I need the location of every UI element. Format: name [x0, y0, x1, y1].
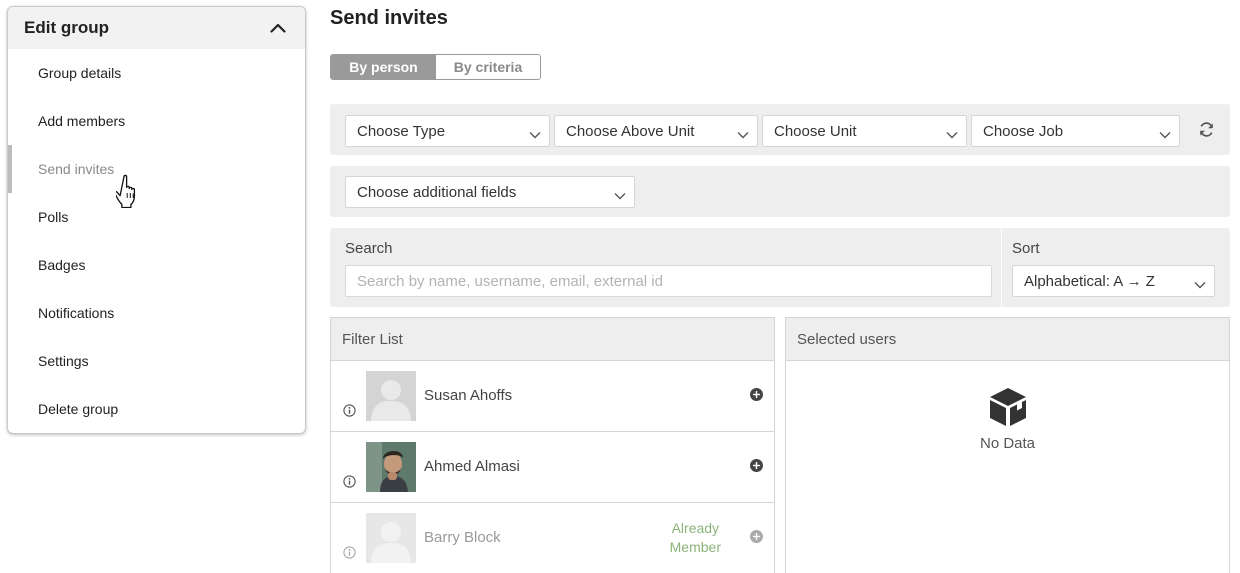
refresh-icon[interactable] — [1198, 121, 1215, 143]
edit-group-panel: Edit group Group details Add members Sen… — [7, 6, 306, 434]
already-member-line2: Member — [669, 539, 721, 555]
user-name: Susan Ahoffs — [424, 387, 513, 404]
hand-cursor-icon — [114, 174, 142, 213]
chevron-up-icon[interactable] — [269, 19, 287, 37]
info-icon[interactable] — [343, 404, 356, 422]
already-member-line1: Already — [671, 520, 720, 536]
add-circle-icon — [750, 530, 763, 548]
chevron-down-icon — [737, 126, 749, 143]
sort-select-value: Alphabetical: A → Z — [1024, 272, 1155, 290]
sidebar-item-notifications[interactable]: Notifications — [8, 289, 305, 337]
sort-label: Sort — [1012, 240, 1040, 257]
already-member-badge: Already Member — [670, 519, 721, 557]
filter-list: Filter List Susan Ahoffs Ahmed Almasi Ba… — [330, 317, 775, 573]
info-icon[interactable] — [343, 475, 356, 493]
filter-list-header: Filter List — [331, 318, 774, 361]
job-select[interactable]: Choose Job — [971, 115, 1180, 147]
unit-select-value: Choose Unit — [774, 122, 857, 140]
sidebar-item-label: Settings — [38, 353, 89, 369]
no-data-text: No Data — [979, 435, 1036, 452]
avatar — [366, 442, 416, 492]
sidebar-item-label: Notifications — [38, 305, 115, 321]
avatar — [366, 371, 416, 421]
list-item: Susan Ahoffs — [331, 361, 774, 432]
above-unit-select[interactable]: Choose Above Unit — [554, 115, 758, 147]
info-icon[interactable] — [343, 546, 356, 564]
tab-by-criteria[interactable]: By criteria — [436, 55, 540, 79]
chevron-down-icon — [529, 126, 541, 143]
list-item: Barry Block Already Member — [331, 503, 774, 573]
tab-by-person[interactable]: By person — [331, 55, 436, 79]
sidebar-item-settings[interactable]: Settings — [8, 337, 305, 385]
sidebar-item-label: Badges — [38, 257, 86, 273]
type-select-value: Choose Type — [357, 122, 446, 140]
additional-fields-select[interactable]: Choose additional fields — [345, 176, 635, 208]
search-sort-divider — [1001, 228, 1002, 307]
sidebar-item-label: Delete group — [38, 401, 119, 417]
list-item: Ahmed Almasi — [331, 432, 774, 503]
sort-select[interactable]: Alphabetical: A → Z — [1012, 265, 1215, 297]
empty-state: No Data — [786, 386, 1229, 452]
sidebar-menu: Group details Add members Send invites P… — [8, 49, 305, 433]
search-label: Search — [345, 240, 393, 257]
chevron-down-icon — [614, 187, 626, 204]
edit-group-header[interactable]: Edit group — [8, 7, 305, 49]
invite-mode-tabs: By person By criteria — [330, 54, 541, 80]
chevron-down-icon — [1194, 276, 1206, 293]
avatar — [366, 513, 416, 563]
add-circle-icon[interactable] — [750, 459, 763, 477]
chevron-down-icon — [946, 126, 958, 143]
additional-fields-value: Choose additional fields — [357, 183, 517, 201]
type-select[interactable]: Choose Type — [345, 115, 550, 147]
sidebar-item-label: Group details — [38, 65, 122, 81]
above-unit-select-value: Choose Above Unit — [566, 122, 695, 140]
sidebar-item-label: Send invites — [38, 161, 115, 177]
sidebar-item-group-details[interactable]: Group details — [8, 49, 305, 97]
sidebar-item-send-invites[interactable]: Send invites — [8, 145, 305, 193]
sidebar-item-polls[interactable]: Polls — [8, 193, 305, 241]
page-title: Send invites — [330, 7, 448, 29]
empty-box-icon — [786, 386, 1229, 433]
sidebar-item-delete-group[interactable]: Delete group — [8, 385, 305, 433]
sidebar-item-label: Add members — [38, 113, 126, 129]
job-select-value: Choose Job — [983, 122, 1064, 140]
add-circle-icon[interactable] — [750, 388, 763, 406]
chevron-down-icon — [1159, 126, 1171, 143]
unit-select[interactable]: Choose Unit — [762, 115, 967, 147]
sidebar-item-label: Polls — [38, 209, 69, 225]
search-input[interactable] — [345, 265, 992, 297]
user-name: Barry Block — [424, 529, 501, 546]
sidebar-item-add-members[interactable]: Add members — [8, 97, 305, 145]
user-name: Ahmed Almasi — [424, 458, 520, 475]
edit-group-title: Edit group — [24, 18, 109, 37]
selected-users-header: Selected users — [786, 318, 1229, 361]
sidebar-item-badges[interactable]: Badges — [8, 241, 305, 289]
